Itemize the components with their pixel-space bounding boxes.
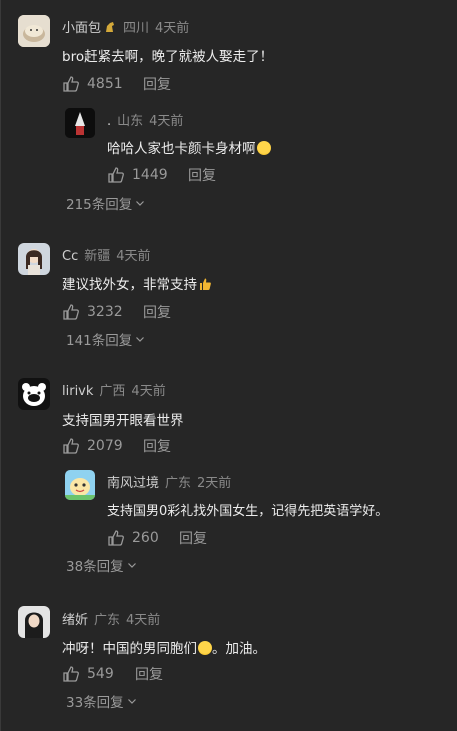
reply-actions: 260 回复 xyxy=(107,528,207,548)
reply-button[interactable]: 回复 xyxy=(143,302,171,322)
region: 四川 xyxy=(123,21,150,36)
like-count: 260 xyxy=(132,530,159,546)
thumbs-up-emoji-icon xyxy=(200,278,211,290)
reply-username[interactable]: 南风过境 xyxy=(107,476,159,491)
reply-region: 山东 xyxy=(117,114,144,129)
more-replies-label: 141条回复 xyxy=(66,333,133,349)
username[interactable]: Cc xyxy=(62,249,78,264)
reply-timestamp: 4天前 xyxy=(149,114,184,129)
comment-meta: Cc 新疆 4天前 xyxy=(62,245,151,264)
more-replies-link[interactable]: 215条回复 xyxy=(66,193,145,213)
comment-text: 冲呀！中国的男同胞们 。加油。 xyxy=(62,637,266,657)
reply-avatar[interactable] xyxy=(65,470,95,500)
reply-button[interactable]: 回复 xyxy=(143,436,171,456)
reply-button[interactable]: 回复 xyxy=(179,528,207,548)
comment-actions: 549 回复 xyxy=(62,664,163,684)
comment-text: bro赶紧去啊，晚了就被人娶走了！ xyxy=(62,49,274,65)
reply-text: 哈哈人家也卡颜卡身材啊 xyxy=(107,137,271,157)
avatar[interactable] xyxy=(18,606,50,638)
timestamp: 4天前 xyxy=(131,384,166,399)
avatar[interactable] xyxy=(18,243,50,275)
more-replies-label: 33条回复 xyxy=(66,695,124,711)
like-count: 3232 xyxy=(87,304,123,320)
reply-meta: 南风过境 广东 2天前 xyxy=(107,472,231,491)
thumbs-up-icon[interactable] xyxy=(62,665,80,683)
comment-text-tail: 。加油。 xyxy=(212,641,266,657)
more-replies-link[interactable]: 141条回复 xyxy=(66,329,145,349)
comment-actions: 2079 回复 xyxy=(62,436,171,456)
region: 广东 xyxy=(94,613,121,628)
comment-actions: 4851 回复 xyxy=(62,74,171,94)
statue-avatar-image xyxy=(65,108,95,138)
reply-username[interactable]: . xyxy=(107,114,111,129)
comment-meta: lirivk 广西 4天前 xyxy=(62,380,166,399)
comment-text-content: 建议找外女，非常支持 xyxy=(62,277,197,293)
like-count: 2079 xyxy=(87,438,123,454)
laughing-emoji-icon xyxy=(256,141,271,155)
username[interactable]: 绪妡 xyxy=(62,613,88,628)
bread-avatar-image xyxy=(18,15,50,47)
girl-avatar-image xyxy=(18,243,50,275)
reply-avatar[interactable] xyxy=(65,108,95,138)
reply-meta: . 山东 4天前 xyxy=(107,110,183,129)
more-replies-link[interactable]: 33条回复 xyxy=(66,691,137,711)
grinning-emoji-icon xyxy=(198,641,212,655)
chevron-down-icon xyxy=(127,699,136,704)
username[interactable]: 小面包 xyxy=(62,21,101,36)
thumbs-up-icon[interactable] xyxy=(107,166,125,184)
comment-meta: 小面包 四川 4天前 xyxy=(62,17,189,36)
timestamp: 4天前 xyxy=(116,249,151,264)
more-replies-label: 38条回复 xyxy=(66,559,124,575)
thumbs-up-icon[interactable] xyxy=(107,529,125,547)
chevron-down-icon xyxy=(136,337,145,342)
reply-actions: 1449 回复 xyxy=(107,165,216,185)
reply-button[interactable]: 回复 xyxy=(143,74,171,94)
reply-button[interactable]: 回复 xyxy=(135,664,163,684)
more-replies-link[interactable]: 38条回复 xyxy=(66,555,137,575)
like-count: 1449 xyxy=(132,167,168,183)
comment-meta: 绪妡 广东 4天前 xyxy=(62,609,160,628)
comment-text: 支持国男开眼看世界 xyxy=(62,413,184,429)
like-count: 549 xyxy=(87,666,114,682)
timestamp: 4天前 xyxy=(155,21,190,36)
girl-avatar-image xyxy=(18,606,50,638)
like-count: 4851 xyxy=(87,76,123,92)
comment-actions: 3232 回复 xyxy=(62,302,171,322)
reply-timestamp: 2天前 xyxy=(197,476,232,491)
more-replies-label: 215条回复 xyxy=(66,197,133,213)
region: 新疆 xyxy=(84,249,111,264)
thumbs-up-icon[interactable] xyxy=(62,75,80,93)
reply-text-content: 哈哈人家也卡颜卡身材啊 xyxy=(107,141,256,157)
comment-text: 建议找外女，非常支持 xyxy=(62,273,212,293)
reply-region: 广东 xyxy=(165,476,192,491)
reply-text: 支持国男0彩礼找外国女生，记得先把英语学好。 xyxy=(107,504,389,519)
horse-badge-icon xyxy=(106,22,115,32)
avatar[interactable] xyxy=(18,378,50,410)
avatar[interactable] xyxy=(18,15,50,47)
timestamp: 4天前 xyxy=(126,613,161,628)
thumbs-up-icon[interactable] xyxy=(62,437,80,455)
chevron-down-icon xyxy=(127,563,136,568)
reply-button[interactable]: 回复 xyxy=(188,165,216,185)
left-border xyxy=(0,0,1,731)
thumbs-up-icon[interactable] xyxy=(62,303,80,321)
region: 广西 xyxy=(99,384,126,399)
bear-avatar-image xyxy=(18,378,50,410)
comment-text-content: 冲呀！中国的男同胞们 xyxy=(62,641,197,657)
username[interactable]: lirivk xyxy=(62,384,93,399)
chevron-down-icon xyxy=(136,201,145,206)
cartoon-avatar-image xyxy=(65,470,95,500)
